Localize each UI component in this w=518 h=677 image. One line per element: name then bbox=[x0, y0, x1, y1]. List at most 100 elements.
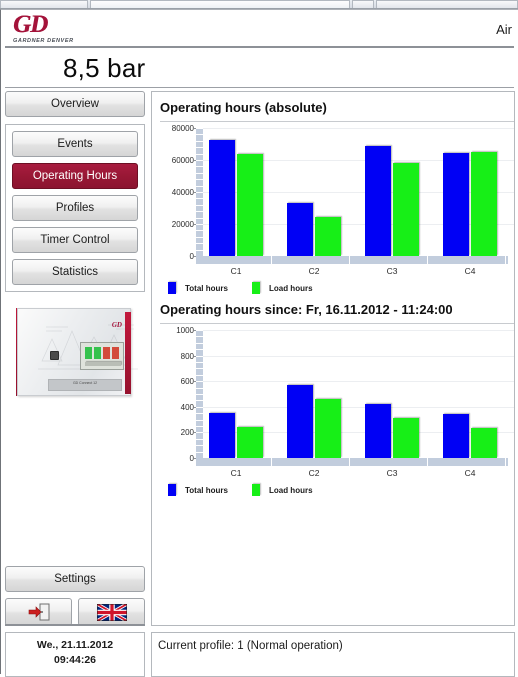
legend-label-load-hours: Load hours bbox=[268, 283, 313, 293]
bar-c2-load bbox=[315, 216, 341, 256]
bar-c2-load bbox=[315, 399, 341, 458]
bar-c3-total bbox=[365, 404, 391, 458]
bottom-separator bbox=[5, 624, 145, 626]
logo-gd-text: GD bbox=[13, 11, 48, 38]
y-axis-labels: 0 20000 40000 60000 80000 bbox=[160, 124, 194, 261]
device-product-image: GD Connect 12 GD bbox=[5, 300, 145, 404]
chart-absolute-title: Operating hours (absolute) bbox=[160, 100, 327, 115]
sidebar-item-profiles[interactable]: Profiles bbox=[12, 195, 138, 221]
browser-tab-1[interactable] bbox=[0, 0, 88, 8]
device-logo-icon: GD bbox=[111, 321, 122, 329]
browser-tab-4[interactable] bbox=[376, 0, 518, 8]
y-tick-label: 40000 bbox=[171, 188, 194, 197]
chart-since-plot: 0 200 400 600 800 1000 C1 C2 C3 C4 bbox=[160, 326, 514, 478]
x-tick-label: C1 bbox=[230, 468, 242, 478]
chart-absolute-rule bbox=[160, 121, 514, 122]
bar-c4-total bbox=[443, 414, 469, 458]
sidebar-nav-group: Events Operating Hours Profiles Timer Co… bbox=[5, 124, 145, 292]
x-tick-label: C3 bbox=[386, 266, 398, 276]
gridline bbox=[203, 128, 514, 129]
sidebar-item-operating-hours[interactable]: Operating Hours bbox=[12, 163, 138, 189]
x-tick-mark bbox=[505, 256, 506, 264]
legend-label-total-hours: Total hours bbox=[185, 283, 228, 293]
y-tick-label: 0 bbox=[189, 454, 194, 463]
bar-c2-total bbox=[287, 385, 313, 458]
logout-button[interactable] bbox=[5, 598, 72, 626]
x-axis-band bbox=[196, 256, 508, 264]
sidebar-icon-row bbox=[5, 598, 145, 626]
x-axis-band bbox=[196, 458, 508, 466]
legend-label-total-hours-2: Total hours bbox=[185, 485, 228, 495]
app-header: GD GARDNER DENVER Air bbox=[5, 10, 514, 48]
x-tick-mark bbox=[349, 256, 350, 264]
gridline bbox=[203, 381, 514, 383]
gridline bbox=[203, 406, 514, 408]
datetime-display: We., 21.11.2012 09:44:26 bbox=[5, 632, 145, 677]
sidebar-item-timer-control[interactable]: Timer Control bbox=[12, 227, 138, 253]
gardner-denver-logo: GD GARDNER DENVER bbox=[13, 11, 77, 45]
x-tick-label: C4 bbox=[464, 266, 476, 276]
bar-c4-load bbox=[471, 152, 497, 256]
bar-c3-total bbox=[365, 146, 391, 256]
y-axis-band bbox=[196, 330, 203, 459]
bar-c3-load bbox=[393, 417, 419, 458]
x-tick-mark bbox=[505, 458, 506, 466]
y-axis-labels: 0 200 400 600 800 1000 bbox=[160, 326, 194, 463]
bar-c1-load bbox=[237, 427, 263, 458]
bottom-row: We., 21.11.2012 09:44:26 Current profile… bbox=[5, 632, 515, 677]
x-tick-mark bbox=[349, 458, 350, 466]
legend-swatch-total-hours-2 bbox=[168, 484, 176, 496]
status-bar: Current profile: 1 (Normal operation) bbox=[151, 632, 515, 677]
chart-absolute-plot: 0 20000 40000 60000 80000 C1 C2 C3 C4 bbox=[160, 124, 514, 276]
bar-c2-total bbox=[287, 203, 313, 256]
y-tick-label: 20000 bbox=[171, 220, 194, 229]
y-axis-band bbox=[196, 128, 203, 257]
chart-since-rule bbox=[160, 323, 514, 324]
device-display-panel bbox=[80, 342, 124, 370]
legend-label-load-hours-2: Load hours bbox=[268, 485, 313, 495]
y-tick-label: 60000 bbox=[171, 156, 194, 165]
x-tick-mark bbox=[427, 458, 428, 466]
y-tick-label: 1000 bbox=[176, 326, 194, 335]
bar-c1-load bbox=[237, 153, 263, 256]
settings-button[interactable]: Settings bbox=[5, 566, 145, 592]
x-tick-mark bbox=[271, 458, 272, 466]
x-tick-label: C2 bbox=[308, 266, 320, 276]
chart-absolute-block: Operating hours (absolute) 0 20000 40000 60… bbox=[152, 92, 514, 294]
sidebar: Overview Events Operating Hours Profiles… bbox=[5, 91, 145, 626]
pressure-display-bar: 8,5 bar bbox=[5, 48, 514, 88]
logo-subtext: GARDNER DENVER bbox=[13, 38, 74, 44]
legend-swatch-load-hours-2 bbox=[251, 484, 260, 496]
browser-tab-3[interactable] bbox=[352, 0, 374, 8]
language-button[interactable] bbox=[78, 598, 145, 626]
x-tick-label: C3 bbox=[386, 468, 398, 478]
x-tick-mark bbox=[271, 256, 272, 264]
x-tick-label: C1 bbox=[230, 266, 242, 276]
current-time: 09:44:26 bbox=[53, 654, 97, 666]
bar-c4-load bbox=[471, 427, 497, 458]
y-tick-label: 800 bbox=[180, 351, 194, 361]
chart-since-legend: Total hours Load hours bbox=[160, 484, 514, 496]
sidebar-item-events[interactable]: Events bbox=[12, 131, 138, 157]
y-tick-label: 0 bbox=[189, 252, 194, 261]
y-tick-label: 80000 bbox=[171, 124, 194, 133]
browser-chrome-strip bbox=[0, 0, 518, 9]
device-stripe-right bbox=[125, 312, 131, 394]
x-tick-mark bbox=[427, 256, 428, 264]
x-tick-label: C2 bbox=[308, 468, 320, 478]
header-title: Air bbox=[496, 22, 512, 37]
device-nameplate: GD Connect 12 bbox=[48, 379, 122, 391]
gridline bbox=[203, 355, 514, 357]
gridline bbox=[203, 330, 514, 331]
chart-since-title: Operating hours since: Fr, 16.11.2012 - … bbox=[160, 302, 453, 317]
bar-c4-total bbox=[443, 152, 469, 256]
sidebar-item-statistics[interactable]: Statistics bbox=[12, 259, 138, 285]
bar-c3-load bbox=[393, 163, 419, 256]
x-tick-label: C4 bbox=[464, 468, 476, 478]
device-knob bbox=[50, 351, 59, 360]
sidebar-item-overview[interactable]: Overview bbox=[5, 91, 145, 117]
uk-flag-icon bbox=[96, 603, 127, 621]
browser-tab-2[interactable] bbox=[90, 0, 350, 8]
current-date: We., 21.11.2012 bbox=[36, 639, 114, 651]
exit-door-icon bbox=[28, 603, 49, 621]
